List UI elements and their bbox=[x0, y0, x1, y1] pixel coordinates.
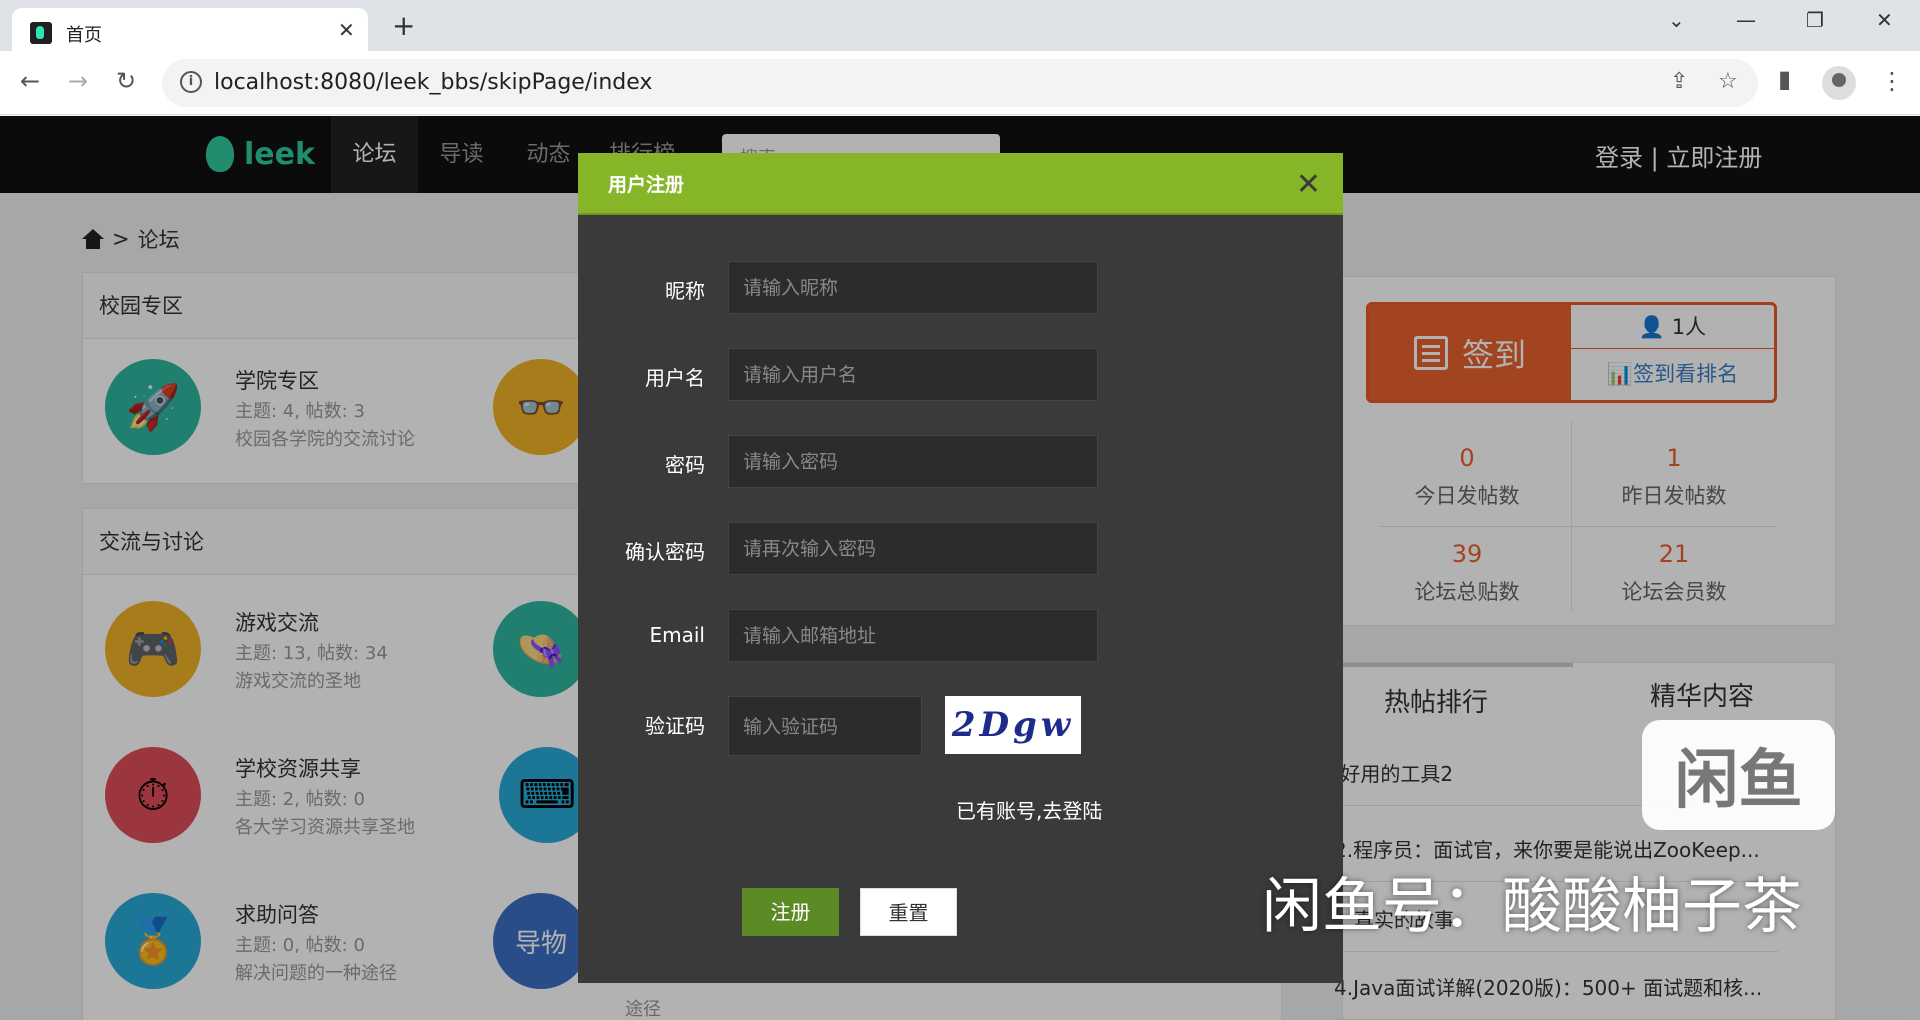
nickname-row: 昵称 请输入昵称 bbox=[578, 261, 1343, 314]
browser-tab[interactable]: 首页 ✕ bbox=[12, 8, 368, 51]
reload-icon[interactable]: ↻ bbox=[116, 67, 136, 95]
side-panel-icon[interactable]: ▮ bbox=[1778, 65, 1791, 93]
confirm-password-row: 确认密码 请再次输入密码 bbox=[578, 522, 1343, 575]
confirm-password-input[interactable]: 请再次输入密码 bbox=[728, 522, 1098, 575]
minimize-icon[interactable]: — bbox=[1736, 8, 1756, 32]
username-input[interactable]: 请输入用户名 bbox=[728, 348, 1098, 401]
restore-icon[interactable]: ❐ bbox=[1806, 8, 1824, 32]
password-input[interactable]: 请输入密码 bbox=[728, 435, 1098, 488]
modal-header: 用户注册 ✕ bbox=[578, 153, 1343, 215]
username-row: 用户名 请输入用户名 bbox=[578, 348, 1343, 401]
tab-title: 首页 bbox=[66, 25, 102, 46]
forward-icon[interactable]: → bbox=[68, 67, 88, 95]
password-row: 密码 请输入密码 bbox=[578, 435, 1343, 488]
captcha-image[interactable]: 2Dgw bbox=[945, 696, 1081, 754]
tab-search-icon[interactable]: ⌄ bbox=[1668, 8, 1685, 32]
close-tab-icon[interactable]: ✕ bbox=[338, 18, 355, 42]
nickname-input[interactable]: 请输入昵称 bbox=[728, 261, 1098, 314]
register-modal: 用户注册 ✕ 昵称 请输入昵称 用户名 请输入用户名 密码 请输入密码 确认密码… bbox=[578, 153, 1343, 983]
email-row: Email 请输入邮箱地址 bbox=[578, 609, 1343, 662]
close-icon[interactable]: ✕ bbox=[1296, 167, 1321, 202]
new-tab-icon[interactable]: + bbox=[392, 9, 415, 42]
modal-title: 用户注册 bbox=[608, 173, 685, 196]
xianyu-watermark-logo: 闲鱼 bbox=[1642, 720, 1835, 830]
xianyu-watermark-text: 闲鱼号：酸酸柚子茶 bbox=[1262, 872, 1802, 942]
go-login-link[interactable]: 已有账号,去登陆 bbox=[956, 795, 1102, 824]
site-info-icon[interactable]: i bbox=[180, 71, 202, 93]
email-input[interactable]: 请输入邮箱地址 bbox=[728, 609, 1098, 662]
favicon-icon bbox=[30, 22, 52, 44]
url-bar[interactable]: i localhost:8080/leek_bbs/skipPage/index… bbox=[162, 59, 1758, 107]
share-icon[interactable]: ⇪ bbox=[1670, 69, 1688, 94]
address-bar-row: ← → ↻ i localhost:8080/leek_bbs/skipPage… bbox=[0, 51, 1920, 115]
reset-button[interactable]: 重置 bbox=[860, 888, 957, 936]
bookmark-star-icon[interactable]: ☆ bbox=[1718, 69, 1738, 94]
menu-kebab-icon[interactable]: ⋮ bbox=[1880, 67, 1904, 95]
captcha-input[interactable]: 输入验证码 bbox=[728, 696, 922, 756]
register-button[interactable]: 注册 bbox=[742, 888, 839, 936]
url-text: localhost:8080/leek_bbs/skipPage/index bbox=[214, 70, 653, 95]
back-icon[interactable]: ← bbox=[20, 67, 40, 95]
captcha-row: 验证码 输入验证码 2Dgw bbox=[578, 696, 1343, 756]
profile-avatar-icon[interactable] bbox=[1822, 66, 1856, 100]
browser-tabstrip: 首页 ✕ + ⌄ — ❐ ✕ bbox=[0, 0, 1920, 51]
close-window-icon[interactable]: ✕ bbox=[1876, 8, 1893, 32]
